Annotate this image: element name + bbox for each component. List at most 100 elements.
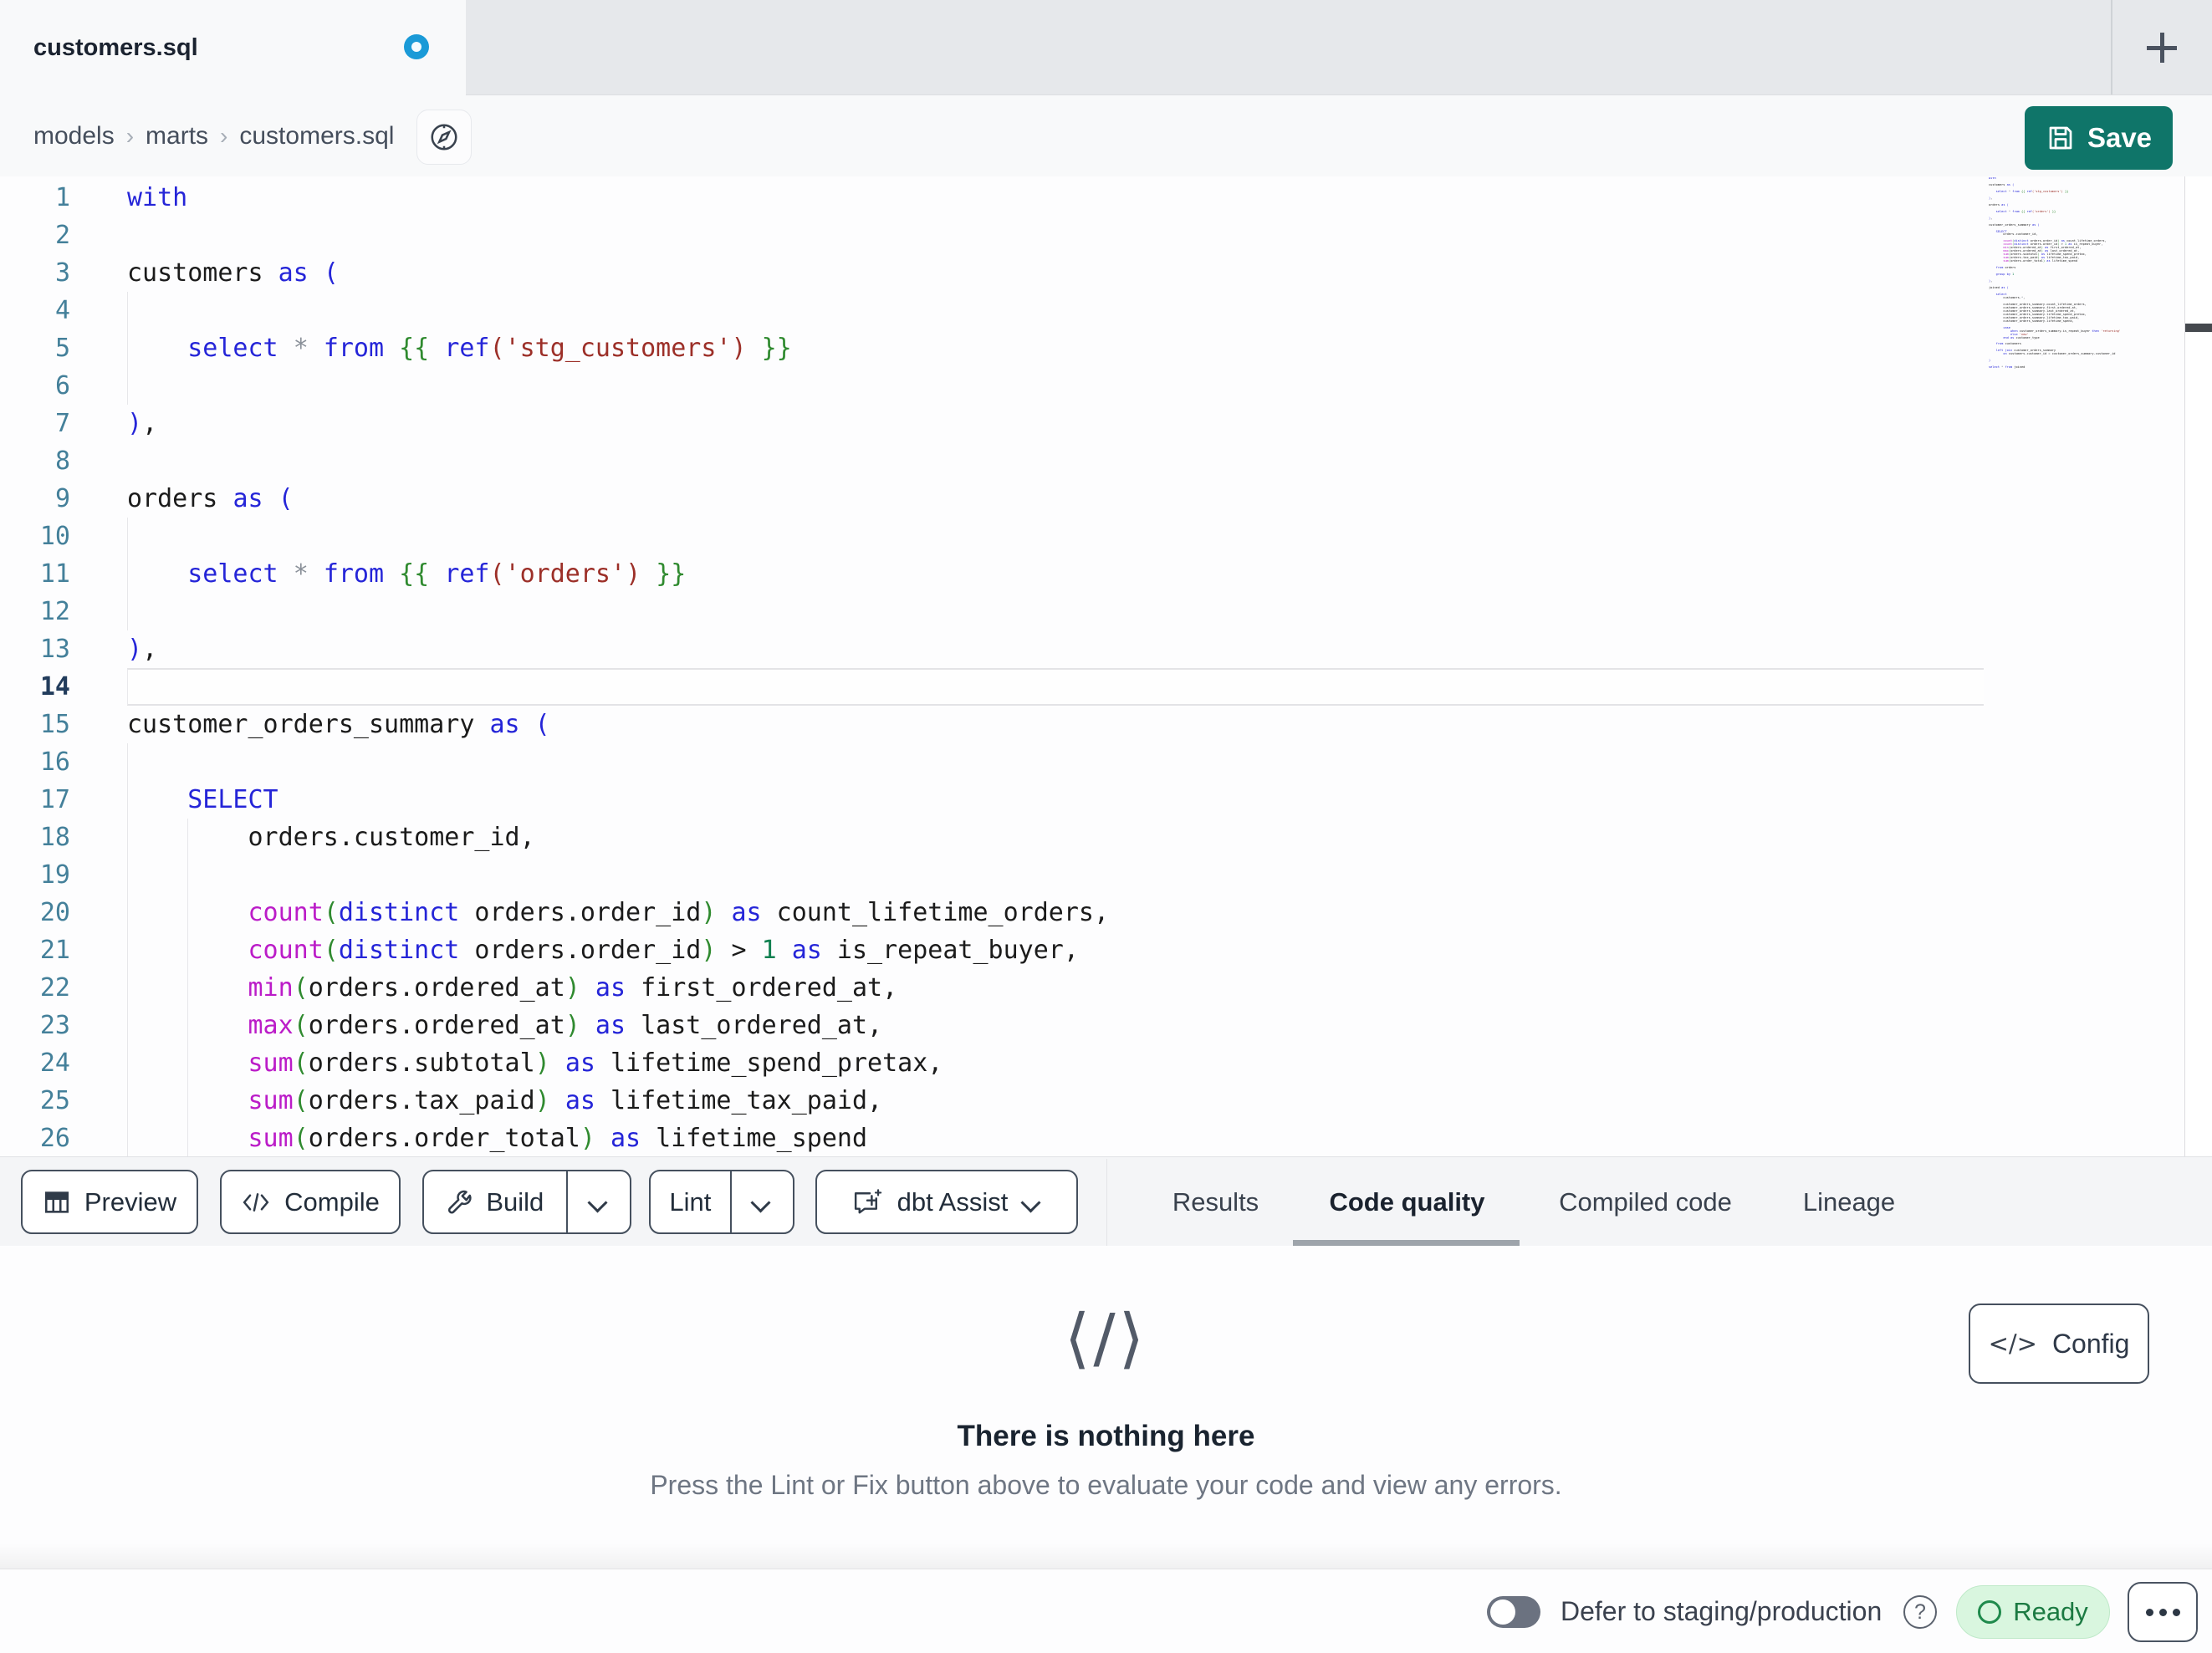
line-number[interactable]: 22 bbox=[0, 969, 70, 1007]
code-line[interactable]: 9 orders as ( bbox=[0, 480, 1974, 518]
line-number[interactable]: 2 bbox=[0, 217, 70, 254]
line-number[interactable]: 23 bbox=[0, 1007, 70, 1044]
code-editor[interactable]: 1 with 2 3 customers as (4 5 select * from {{… bbox=[0, 176, 2212, 1156]
preview-label: Preview bbox=[84, 1186, 177, 1217]
line-number[interactable]: 21 bbox=[0, 931, 70, 969]
editor-tab-bar: customers.sql bbox=[0, 0, 2212, 95]
editor-toolbar: Preview Compile Build Lint dbt Assist Re… bbox=[0, 1156, 2212, 1247]
line-number[interactable]: 17 bbox=[0, 781, 70, 819]
code-line[interactable]: 2 bbox=[0, 217, 1974, 254]
line-number[interactable]: 1 bbox=[0, 179, 70, 217]
preview-button[interactable]: Preview bbox=[21, 1170, 198, 1234]
code-line[interactable]: 21 count(distinct orders.order_id) > 1 a… bbox=[0, 931, 1974, 969]
line-number[interactable]: 3 bbox=[0, 254, 70, 292]
statusbar-shadow bbox=[0, 1543, 2212, 1569]
assist-sparkle-bubble-icon bbox=[851, 1186, 884, 1219]
code-line[interactable]: 24 sum(orders.subtotal) as lifetime_spen… bbox=[0, 1044, 1974, 1082]
editor-scrollbar[interactable] bbox=[2184, 176, 2212, 1156]
plus-icon bbox=[2147, 33, 2177, 63]
code-line[interactable]: 11 select * from {{ ref('orders') }} bbox=[0, 555, 1974, 593]
code-line[interactable]: 17 SELECT bbox=[0, 781, 1974, 819]
minimap-line: select * from joined bbox=[1989, 365, 2026, 370]
tab-title: customers.sql bbox=[33, 33, 198, 61]
tab-compiled-code[interactable]: Compiled code bbox=[1537, 1157, 1754, 1247]
tab-lineage[interactable]: Lineage bbox=[1783, 1157, 1915, 1247]
line-number[interactable]: 4 bbox=[0, 292, 70, 329]
tab-results[interactable]: Results bbox=[1155, 1157, 1276, 1247]
lint-button[interactable]: Lint bbox=[651, 1171, 730, 1232]
code-line[interactable]: 25 sum(orders.tax_paid) as lifetime_tax_… bbox=[0, 1082, 1974, 1120]
line-number[interactable]: 10 bbox=[0, 518, 70, 555]
dbt-assist-button[interactable]: dbt Assist bbox=[815, 1170, 1078, 1234]
code-line[interactable]: 3 customers as ( bbox=[0, 254, 1974, 292]
line-number[interactable]: 16 bbox=[0, 743, 70, 781]
lint-dropdown-button[interactable] bbox=[729, 1171, 793, 1232]
save-button[interactable]: Save bbox=[2025, 106, 2173, 170]
line-number[interactable]: 13 bbox=[0, 630, 70, 668]
code-line[interactable]: 4 bbox=[0, 292, 1974, 329]
help-icon[interactable]: ? bbox=[1903, 1595, 1937, 1629]
line-number[interactable]: 8 bbox=[0, 442, 70, 480]
editor-minimap[interactable]: with customers as ( select * from {{ ref… bbox=[1989, 177, 2169, 395]
line-number[interactable]: 9 bbox=[0, 480, 70, 518]
wrench-icon bbox=[446, 1188, 474, 1217]
line-number[interactable]: 14 bbox=[0, 668, 70, 706]
line-number[interactable]: 24 bbox=[0, 1044, 70, 1082]
code-line[interactable]: 1 with bbox=[0, 179, 1974, 217]
line-number[interactable]: 25 bbox=[0, 1082, 70, 1120]
tab-customers-sql[interactable]: customers.sql bbox=[0, 0, 466, 95]
line-number[interactable]: 11 bbox=[0, 555, 70, 593]
dot-icon bbox=[2158, 1608, 2167, 1616]
line-number[interactable]: 26 bbox=[0, 1120, 70, 1156]
code-line[interactable]: 19 bbox=[0, 856, 1974, 894]
tab-bar-divider bbox=[2111, 0, 2112, 94]
code-line[interactable]: 5 select * from {{ ref('stg_customers') … bbox=[0, 329, 1974, 367]
code-line[interactable]: 14 bbox=[0, 668, 1974, 706]
code-line[interactable]: 12 bbox=[0, 593, 1974, 630]
code-line[interactable]: 23 max(orders.ordered_at) as last_ordere… bbox=[0, 1007, 1974, 1044]
compile-button[interactable]: Compile bbox=[220, 1170, 401, 1234]
code-line[interactable]: 15 customer_orders_summary as ( bbox=[0, 706, 1974, 743]
defer-toggle[interactable] bbox=[1487, 1596, 1540, 1628]
line-number[interactable]: 20 bbox=[0, 894, 70, 931]
line-number[interactable]: 15 bbox=[0, 706, 70, 743]
line-number[interactable]: 19 bbox=[0, 856, 70, 894]
code-line[interactable]: 16 bbox=[0, 743, 1974, 781]
breadcrumb-marts[interactable]: marts bbox=[146, 122, 208, 151]
new-tab-button[interactable] bbox=[2138, 23, 2186, 72]
lint-split-button: Lint bbox=[649, 1170, 794, 1234]
code-line[interactable]: 18 orders.customer_id, bbox=[0, 819, 1974, 856]
dot-icon bbox=[2145, 1608, 2153, 1616]
code-line[interactable]: 22 min(orders.ordered_at) as first_order… bbox=[0, 969, 1974, 1007]
code-line[interactable]: 8 bbox=[0, 442, 1974, 480]
line-number[interactable]: 7 bbox=[0, 405, 70, 442]
line-number[interactable]: 5 bbox=[0, 329, 70, 367]
code-line[interactable]: 13), bbox=[0, 630, 1974, 668]
tab-code-quality[interactable]: Code quality bbox=[1310, 1157, 1504, 1247]
code-line[interactable]: 6 bbox=[0, 367, 1974, 405]
code-quality-panel: ⟨/⟩ There is nothing here Press the Lint… bbox=[0, 1246, 2212, 1569]
scrollbar-thumb[interactable] bbox=[2185, 324, 2212, 332]
empty-state-subtitle: Press the Lint or Fix button above to ev… bbox=[650, 1470, 1562, 1500]
code-line[interactable]: 7), bbox=[0, 405, 1974, 442]
more-options-button[interactable] bbox=[2128, 1582, 2198, 1642]
code-line[interactable]: 26 sum(orders.order_total) as lifetime_s… bbox=[0, 1120, 1974, 1156]
config-button[interactable]: </> Config bbox=[1969, 1304, 2149, 1384]
build-dropdown-button[interactable] bbox=[565, 1171, 630, 1232]
view-lineage-button[interactable] bbox=[416, 110, 472, 165]
line-number[interactable]: 12 bbox=[0, 593, 70, 630]
code-text: customers as ( bbox=[127, 258, 339, 288]
line-number[interactable]: 6 bbox=[0, 367, 70, 405]
compile-label: Compile bbox=[284, 1186, 380, 1217]
code-line[interactable]: 10 bbox=[0, 518, 1974, 555]
compass-icon bbox=[428, 121, 460, 153]
code-text: min(orders.ordered_at) as first_ordered_… bbox=[248, 973, 898, 1003]
build-button[interactable]: Build bbox=[424, 1171, 566, 1232]
breadcrumb-models[interactable]: models bbox=[33, 122, 115, 151]
code-line[interactable]: 20 count(distinct orders.order_id) as co… bbox=[0, 894, 1974, 931]
line-number[interactable]: 18 bbox=[0, 819, 70, 856]
